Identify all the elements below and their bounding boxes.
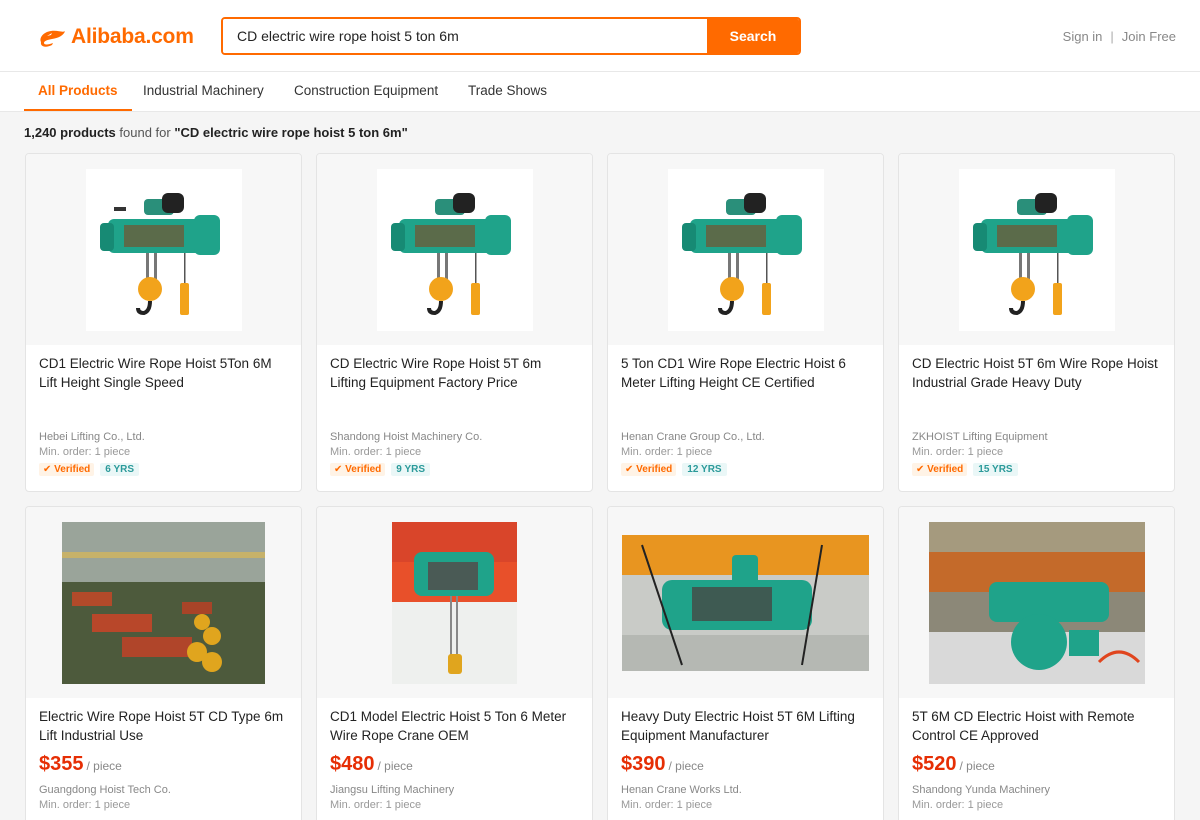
- hoist-product-image[interactable]: [958, 168, 1115, 331]
- verified-badge: ✔ Verified: [330, 463, 386, 476]
- supplier-badges: ✔ Verified 6 YRS: [39, 463, 140, 476]
- price-value: $355: [39, 753, 84, 775]
- product-image-area: [26, 154, 301, 345]
- verified-badge: ✔ Verified: [912, 463, 968, 476]
- product-title[interactable]: Electric Wire Rope Hoist 5T CD Type 6m L…: [39, 707, 289, 745]
- product-card[interactable]: CD Electric Hoist 5T 6m Wire Rope Hoist …: [898, 153, 1175, 492]
- product-card[interactable]: Heavy Duty Electric Hoist 5T 6M Lifting …: [607, 506, 884, 820]
- years-badge: 9 YRS: [391, 463, 431, 476]
- hoist-product-image[interactable]: [667, 168, 824, 331]
- header: Alibaba.com Search Sign in | Join Free: [0, 0, 1200, 72]
- product-image-area: [899, 154, 1174, 345]
- price-value: $390: [621, 753, 666, 775]
- verified-badge: ✔ Verified: [621, 463, 677, 476]
- tab-industrial-machinery[interactable]: Industrial Machinery: [143, 72, 264, 111]
- logo-text: Alibaba.com: [71, 25, 194, 48]
- hoist-warehouse-photo[interactable]: [928, 521, 1145, 684]
- product-image-area: [317, 507, 592, 698]
- price-value: $480: [330, 753, 375, 775]
- product-card[interactable]: CD1 Model Electric Hoist 5 Ton 6 Meter W…: [316, 506, 593, 820]
- supplier-name[interactable]: Guangdong Hoist Tech Co.: [39, 784, 171, 796]
- auth-separator: |: [1110, 29, 1114, 44]
- results-query: "CD electric wire rope hoist 5 ton 6m": [174, 125, 408, 140]
- hoist-product-image[interactable]: [376, 168, 533, 331]
- product-title[interactable]: 5 Ton CD1 Wire Rope Electric Hoist 6 Met…: [621, 354, 871, 392]
- supplier-name[interactable]: ZKHOIST Lifting Equipment: [912, 431, 1048, 443]
- product-card[interactable]: 5T 6M CD Electric Hoist with Remote Cont…: [898, 506, 1175, 820]
- product-card[interactable]: 5 Ton CD1 Wire Rope Electric Hoist 6 Met…: [607, 153, 884, 492]
- product-price: $480 / piece: [330, 753, 413, 776]
- product-image-area: [608, 154, 883, 345]
- factory-hoists-photo[interactable]: [62, 521, 265, 684]
- product-title[interactable]: CD1 Model Electric Hoist 5 Ton 6 Meter W…: [330, 707, 580, 745]
- category-tabs: All Products Industrial Machinery Constr…: [0, 72, 1200, 112]
- product-title[interactable]: CD Electric Hoist 5T 6m Wire Rope Hoist …: [912, 354, 1162, 392]
- results-summary: 1,240 products found for "CD electric wi…: [24, 125, 408, 140]
- min-order: Min. order: 1 piece: [912, 446, 1004, 458]
- min-order: Min. order: 1 piece: [330, 446, 422, 458]
- min-order: Min. order: 1 piece: [39, 446, 131, 458]
- price-value: $520: [912, 753, 957, 775]
- hoist-product-image[interactable]: [85, 168, 242, 331]
- supplier-name[interactable]: Shandong Hoist Machinery Co.: [330, 431, 482, 443]
- years-badge: 15 YRS: [973, 463, 1018, 476]
- min-order: Min. order: 1 piece: [912, 799, 1004, 811]
- hoist-on-crane-photo[interactable]: [622, 534, 869, 671]
- product-image-area: [317, 154, 592, 345]
- supplier-name[interactable]: Jiangsu Lifting Machinery: [330, 784, 454, 796]
- sign-in-link[interactable]: Sign in: [1063, 29, 1103, 44]
- search-bar: Search: [221, 17, 801, 55]
- supplier-badges: ✔ Verified 9 YRS: [330, 463, 431, 476]
- supplier-name[interactable]: Hebei Lifting Co., Ltd.: [39, 431, 145, 443]
- supplier-name[interactable]: Henan Crane Works Ltd.: [621, 784, 742, 796]
- product-title[interactable]: CD1 Electric Wire Rope Hoist 5Ton 6M Lif…: [39, 354, 289, 392]
- tab-all-products[interactable]: All Products: [24, 72, 132, 111]
- years-badge: 12 YRS: [682, 463, 727, 476]
- supplier-name[interactable]: Henan Crane Group Co., Ltd.: [621, 431, 765, 443]
- product-title[interactable]: 5T 6M CD Electric Hoist with Remote Cont…: [912, 707, 1162, 745]
- min-order: Min. order: 1 piece: [39, 799, 131, 811]
- product-price: $390 / piece: [621, 753, 704, 776]
- search-button[interactable]: Search: [707, 19, 799, 53]
- product-card[interactable]: CD1 Electric Wire Rope Hoist 5Ton 6M Lif…: [25, 153, 302, 492]
- min-order: Min. order: 1 piece: [621, 446, 713, 458]
- supplier-badges: ✔ Verified 12 YRS: [621, 463, 727, 476]
- search-input[interactable]: [223, 19, 707, 53]
- min-order: Min. order: 1 piece: [621, 799, 713, 811]
- supplier-badges: ✔ Verified 15 YRS: [912, 463, 1018, 476]
- price-unit: / piece: [959, 759, 995, 773]
- alibaba-logo-icon: [40, 30, 65, 47]
- hoist-red-background-photo[interactable]: [392, 521, 517, 684]
- product-image-area: [899, 507, 1174, 698]
- product-price: $355 / piece: [39, 753, 122, 776]
- product-image-area: [608, 507, 883, 698]
- product-price: $520 / piece: [912, 753, 995, 776]
- tab-trade-shows[interactable]: Trade Shows: [468, 72, 547, 111]
- years-badge: 6 YRS: [100, 463, 140, 476]
- supplier-name[interactable]: Shandong Yunda Machinery: [912, 784, 1050, 796]
- verified-badge: ✔ Verified: [39, 463, 95, 476]
- price-unit: / piece: [86, 759, 122, 773]
- alibaba-logo[interactable]: Alibaba.com: [38, 24, 194, 50]
- price-unit: / piece: [668, 759, 704, 773]
- join-free-link[interactable]: Join Free: [1122, 29, 1176, 44]
- tab-construction-equipment[interactable]: Construction Equipment: [294, 72, 438, 111]
- product-title[interactable]: CD Electric Wire Rope Hoist 5T 6m Liftin…: [330, 354, 580, 392]
- results-count: 1,240 products: [24, 125, 116, 140]
- product-image-area: [26, 507, 301, 698]
- product-card[interactable]: CD Electric Wire Rope Hoist 5T 6m Liftin…: [316, 153, 593, 492]
- min-order: Min. order: 1 piece: [330, 799, 422, 811]
- product-title[interactable]: Heavy Duty Electric Hoist 5T 6M Lifting …: [621, 707, 871, 745]
- price-unit: / piece: [377, 759, 413, 773]
- auth-links: Sign in | Join Free: [1063, 29, 1176, 44]
- product-card[interactable]: Electric Wire Rope Hoist 5T CD Type 6m L…: [25, 506, 302, 820]
- results-found-for: found for: [119, 125, 171, 140]
